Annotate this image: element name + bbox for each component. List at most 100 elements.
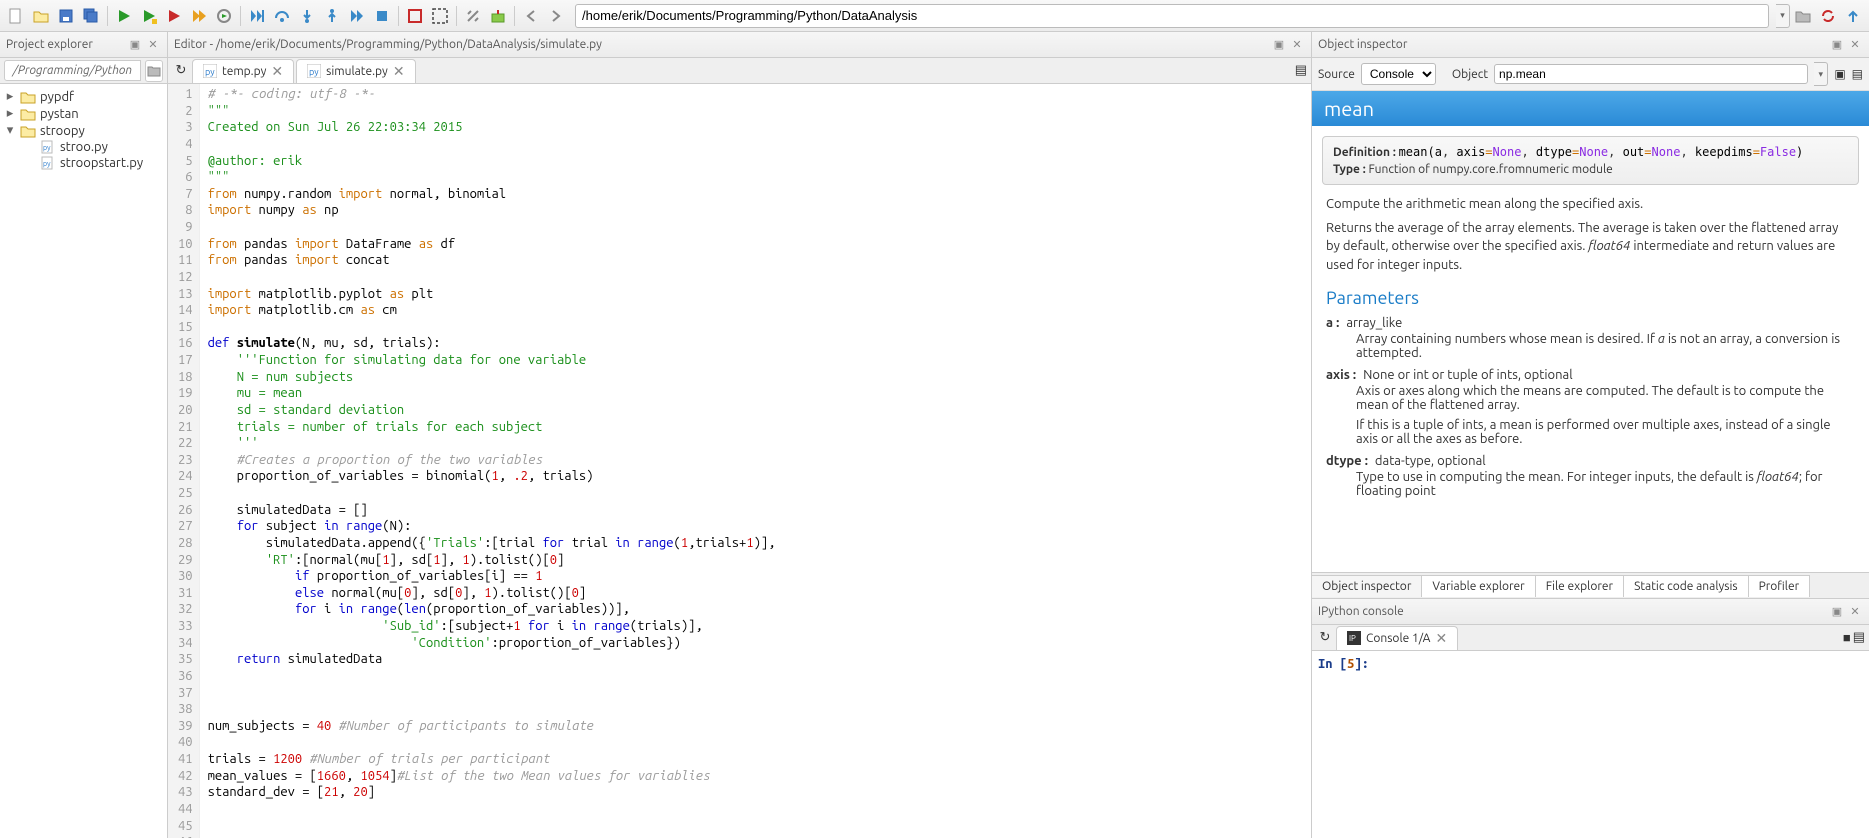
source-label: Source <box>1318 68 1355 81</box>
fullscreen-icon[interactable] <box>428 4 452 28</box>
close-panel-icon[interactable]: ✕ <box>145 37 161 53</box>
code-area[interactable]: # -*- coding: utf-8 -*-"""Created on Sun… <box>200 84 784 838</box>
file-icon: py <box>40 140 56 154</box>
run-selection-icon[interactable] <box>187 4 211 28</box>
inspector-undock-icon[interactable]: ▣ <box>1829 37 1845 53</box>
explorer-title: Project explorer <box>6 38 125 51</box>
inspector-lock-icon[interactable]: ▣ <box>1834 67 1845 81</box>
param-item: axis : None or int or tuple of ints, opt… <box>1326 368 1855 446</box>
ipython-title: IPython console <box>1318 605 1827 618</box>
svg-text:py: py <box>309 67 319 77</box>
type-label: Type : <box>1333 163 1366 176</box>
run-cell-advance-icon[interactable] <box>162 4 186 28</box>
save-icon[interactable] <box>54 4 78 28</box>
save-all-icon[interactable] <box>79 4 103 28</box>
tree-folder[interactable]: ▾stroopy <box>0 122 167 139</box>
console-list-icon[interactable]: ↻ <box>1316 626 1334 650</box>
inspector-title: Object inspector <box>1318 38 1827 51</box>
doc-title: mean <box>1312 91 1869 126</box>
maximize-icon[interactable] <box>403 4 427 28</box>
params-heading: Parameters <box>1326 288 1855 308</box>
debug-config-icon[interactable] <box>212 4 236 28</box>
svg-text:IP: IP <box>1349 634 1356 643</box>
console-tab[interactable]: IP Console 1/A ✕ <box>1336 626 1458 650</box>
inspector-header: Object inspector ▣ ✕ <box>1312 32 1869 58</box>
object-input[interactable] <box>1494 64 1808 84</box>
close-tab-icon[interactable]: ✕ <box>271 63 283 80</box>
editor-undock-icon[interactable]: ▣ <box>1271 37 1287 53</box>
ipython-close-icon[interactable]: ✕ <box>1847 604 1863 620</box>
file-icon: py <box>40 156 56 170</box>
continue-icon[interactable] <box>345 4 369 28</box>
source-select[interactable]: Console <box>1361 63 1436 85</box>
explorer-header: Project explorer ▣ ✕ <box>0 32 167 58</box>
tab-simulate[interactable]: py simulate.py ✕ <box>296 59 415 83</box>
folder-icon <box>20 107 36 121</box>
tab-profiler[interactable]: Profiler <box>1749 575 1811 597</box>
explorer-folder-icon[interactable] <box>145 60 163 82</box>
editor-close-icon[interactable]: ✕ <box>1289 37 1305 53</box>
inspector-toolbar: Source Console Object ▾ ▣ ▤ <box>1312 58 1869 91</box>
run-icon[interactable] <box>112 4 136 28</box>
step-out-icon[interactable] <box>320 4 344 28</box>
undock-icon[interactable]: ▣ <box>127 37 143 53</box>
doc-body[interactable]: Definition : mean(a, axis=None, dtype=No… <box>1312 126 1869 572</box>
line-gutter: 1234567891011121314151617181920212223242… <box>168 84 200 838</box>
sync-dir-icon[interactable] <box>1816 4 1840 28</box>
ipython-header: IPython console ▣ ✕ <box>1312 599 1869 625</box>
ipython-undock-icon[interactable]: ▣ <box>1829 604 1845 620</box>
code-editor[interactable]: 1234567891011121314151617181920212223242… <box>168 84 1311 838</box>
editor-header: Editor - /home/erik/Documents/Programmin… <box>168 32 1311 58</box>
tab-static-analysis[interactable]: Static code analysis <box>1624 575 1749 597</box>
inspector-close-icon[interactable]: ✕ <box>1847 37 1863 53</box>
param-item: dtype : data-type, optionalType to use i… <box>1326 454 1855 498</box>
browse-dir-icon[interactable] <box>1791 4 1815 28</box>
tree-label: stroopstart.py <box>60 156 143 170</box>
preferences-icon[interactable] <box>461 4 485 28</box>
parent-dir-icon[interactable] <box>1841 4 1865 28</box>
working-dir-field[interactable] <box>582 8 1762 23</box>
explorer-crumb[interactable]: /Programming/Python <box>4 60 141 81</box>
working-dir-input[interactable] <box>575 4 1769 28</box>
open-file-icon[interactable] <box>29 4 53 28</box>
python-file-icon: py <box>307 64 321 78</box>
step-into-icon[interactable] <box>295 4 319 28</box>
svg-text:py: py <box>43 160 51 168</box>
tab-temp[interactable]: py temp.py ✕ <box>192 59 294 83</box>
step-over-icon[interactable] <box>270 4 294 28</box>
tab-file-explorer[interactable]: File explorer <box>1536 575 1624 597</box>
debug-icon[interactable] <box>245 4 269 28</box>
editor-options-icon[interactable]: ▤ <box>1295 63 1307 78</box>
stop-icon[interactable] <box>370 4 394 28</box>
new-file-icon[interactable] <box>4 4 28 28</box>
object-label: Object <box>1452 68 1488 81</box>
tree-folder[interactable]: ▸pystan <box>0 105 167 122</box>
tree-folder[interactable]: ▸pypdf <box>0 88 167 105</box>
tree-file[interactable]: py stroopstart.py <box>0 155 167 171</box>
console-body[interactable]: In [5]: <box>1312 651 1869 838</box>
tab-variable-explorer[interactable]: Variable explorer <box>1422 575 1535 597</box>
tab-object-inspector[interactable]: Object inspector <box>1312 575 1422 597</box>
back-icon[interactable] <box>519 4 543 28</box>
doc-para: Compute the arithmetic mean along the sp… <box>1326 195 1855 213</box>
tab-label: temp.py <box>222 65 266 78</box>
input-prompt: In [5]: <box>1318 657 1369 671</box>
forward-icon[interactable] <box>544 4 568 28</box>
tab-list-icon[interactable]: ↻ <box>172 59 190 83</box>
console-options-icon[interactable]: ▤ <box>1853 630 1865 645</box>
file-tree[interactable]: ▸pypdf▸pystan▾stroopypystroo.pypystroops… <box>0 84 167 838</box>
inspector-options-icon[interactable]: ▤ <box>1852 67 1863 81</box>
pythonpath-icon[interactable] <box>486 4 510 28</box>
console-icon: IP <box>1347 631 1361 645</box>
definition-box: Definition : mean(a, axis=None, dtype=No… <box>1322 136 1859 185</box>
path-dropdown-icon[interactable]: ▾ <box>1776 4 1790 28</box>
console-stop-icon[interactable]: ■ <box>1843 630 1851 645</box>
close-console-icon[interactable]: ✕ <box>1435 630 1447 647</box>
close-tab-icon[interactable]: ✕ <box>393 63 405 80</box>
object-dropdown-icon[interactable]: ▾ <box>1814 62 1828 86</box>
tree-file[interactable]: pystroo.py <box>0 139 167 155</box>
ipython-tabs: ↻ IP Console 1/A ✕ ■ ▤ <box>1312 625 1869 651</box>
editor-tabs: ↻ py temp.py ✕ py simulate.py ✕ ▤ <box>168 58 1311 84</box>
run-cell-icon[interactable] <box>137 4 161 28</box>
editor-title: Editor - /home/erik/Documents/Programmin… <box>174 38 1269 51</box>
